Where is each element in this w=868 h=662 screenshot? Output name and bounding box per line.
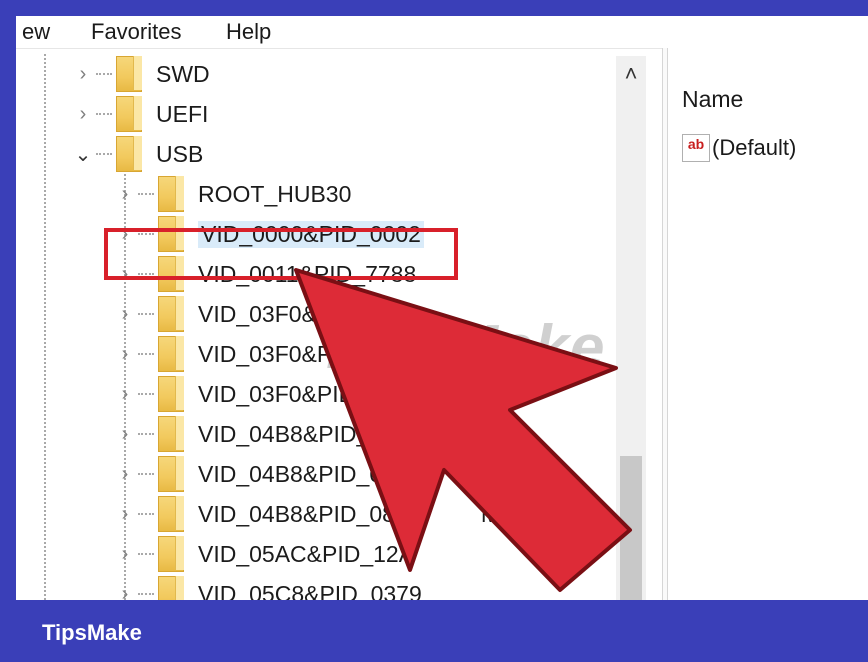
values-pane: Name ab (Default) [668,48,868,600]
chevron-right-icon[interactable]: › [116,503,134,525]
scrollbar-thumb[interactable] [620,456,642,600]
tree-item-label: VID_04B8&PID_08 [198,500,395,527]
tree-item-swd[interactable]: › SWD [74,54,210,94]
tree-item-label: VID_05C8&PID_0379 [198,580,422,601]
tree-connector [96,153,112,155]
tree-item-label: USB [156,140,204,167]
menu-bar: ew Favorites Help [16,16,868,49]
tree-item-label: SWD [156,60,210,87]
folder-icon [116,56,142,92]
tree-item-vid-04b8-c[interactable]: › VID_04B8&PID_08 MI_01 [116,494,545,534]
folder-icon [158,576,184,600]
highlight-box [104,228,458,280]
tree-connector [138,193,154,195]
tree-item-label: VID_03F0&PID [198,380,356,407]
chevron-right-icon[interactable]: › [74,103,92,125]
column-header-name[interactable]: Name [682,86,743,113]
tree-connector [138,513,154,515]
tree-connector [138,553,154,555]
folder-icon [116,136,142,172]
tree-item-vid-05c8[interactable]: › VID_05C8&PID_0379 [116,574,422,600]
tree-item-vid-05ac[interactable]: › VID_05AC&PID_12A [116,534,414,574]
tree-connector [138,353,154,355]
tree-item-label: UEFI [156,100,209,127]
menu-favorites[interactable]: Favorites [91,19,181,45]
tree-item-usb[interactable]: ⌄ USB [74,134,203,174]
folder-icon [116,96,142,132]
tree-connector [138,433,154,435]
chevron-right-icon[interactable]: › [74,63,92,85]
chevron-right-icon[interactable]: › [116,463,134,485]
footer-bar: TipsMake [0,600,868,662]
tree-scrollbar[interactable]: ˄ [616,56,646,600]
tree-guide-line [44,54,46,600]
chevron-right-icon[interactable]: › [116,343,134,365]
tree-item-label: VID_05AC&PID_12A [198,540,415,567]
tree-item-root-hub30[interactable]: › ROOT_HUB30 [116,174,351,214]
tree-connector [96,73,112,75]
tree-item-label: VID_04B8&PID_ [198,420,370,447]
tree-item-vid-03f0-a[interactable]: › VID_03F0& [116,294,317,334]
folder-icon [158,376,184,412]
registry-editor-window: ew Favorites Help › SWD › UEFI ⌄ USB › R… [16,16,868,600]
folder-icon [158,536,184,572]
tree-connector [138,473,154,475]
string-value-icon: ab [682,134,710,162]
tree-item-label-suffix: MI_01 [480,500,545,527]
value-name: (Default) [712,135,797,160]
chevron-down-icon[interactable]: ⌄ [74,144,92,166]
footer-brand: TipsMake [42,620,142,645]
watermark: TipsMake [316,313,606,382]
tree-item-vid-03f0-b[interactable]: › VID_03F0&P [116,334,332,374]
tree-connector [138,593,154,595]
tree-item-label: VID_04B8&PID_0 [198,460,383,487]
folder-icon [158,296,184,332]
tree-connector [138,393,154,395]
tree-item-label: VID_03F0&P [198,340,333,367]
tree-item-label: ROOT_HUB30 [198,180,352,207]
tree-connector [96,113,112,115]
chevron-up-icon[interactable]: ˄ [616,62,646,86]
chevron-right-icon[interactable]: › [116,543,134,565]
menu-help[interactable]: Help [226,19,271,45]
folder-icon [158,496,184,532]
chevron-right-icon[interactable]: › [116,383,134,405]
chevron-right-icon[interactable]: › [116,423,134,445]
tree-item-vid-04b8-a[interactable]: › VID_04B8&PID_ [116,414,369,454]
tree-connector [138,313,154,315]
tree-item-uefi[interactable]: › UEFI [74,94,208,134]
tree-item-vid-04b8-b[interactable]: › VID_04B8&PID_0 [116,454,382,494]
chevron-right-icon[interactable]: › [116,583,134,601]
chevron-right-icon[interactable]: › [116,303,134,325]
folder-icon [158,336,184,372]
folder-icon [158,456,184,492]
folder-icon [158,416,184,452]
tree-item-label: VID_03F0& [198,300,317,327]
folder-icon [158,176,184,212]
value-row-default[interactable]: ab (Default) [682,134,796,162]
menu-view[interactable]: ew [22,19,50,45]
chevron-right-icon[interactable]: › [116,183,134,205]
